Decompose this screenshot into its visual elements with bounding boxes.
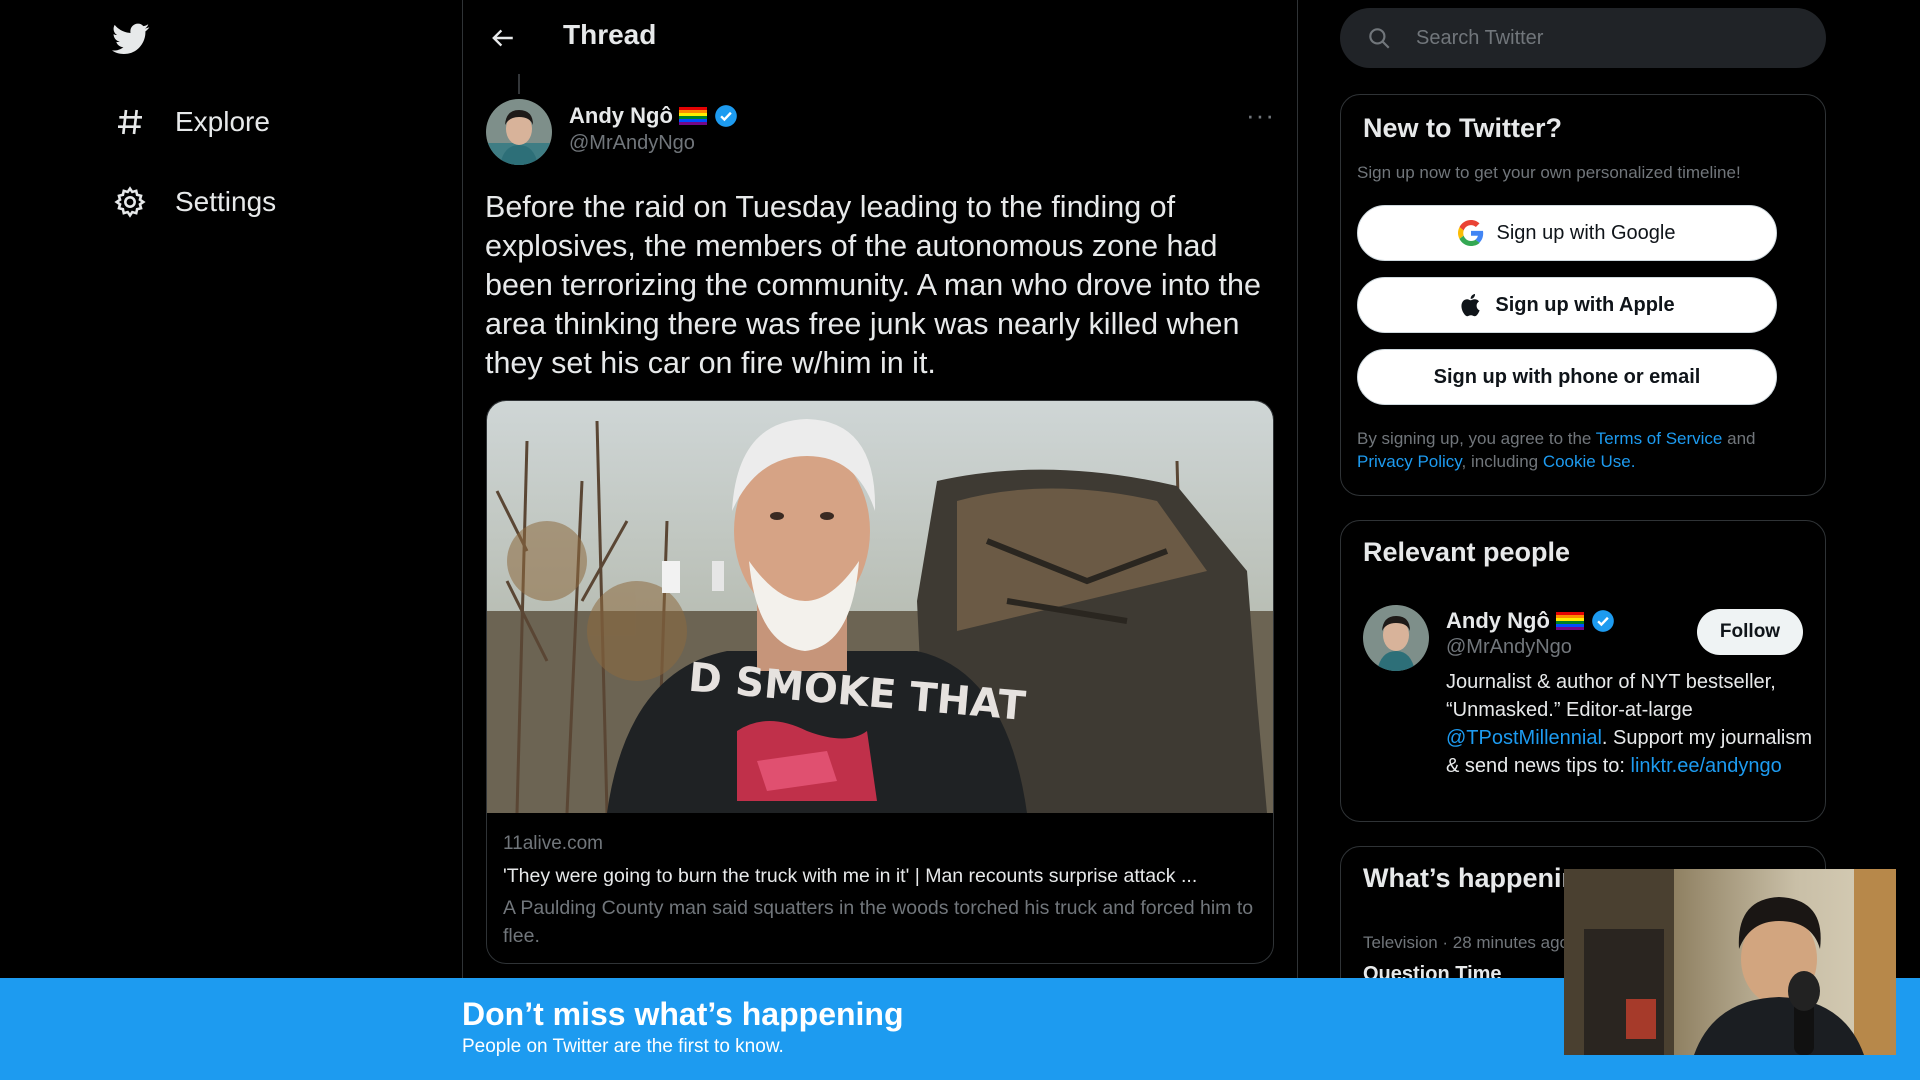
pride-flag-icon <box>1555 612 1584 630</box>
cookie-use-link[interactable]: Cookie Use <box>1543 452 1631 471</box>
left-nav: Explore Settings <box>0 0 462 1080</box>
tpostmillennial-link[interactable]: @TPostMillennial <box>1446 727 1602 749</box>
author-handle[interactable]: @MrAndyNgo <box>569 132 695 155</box>
privacy-policy-link[interactable]: Privacy Policy <box>1357 452 1462 471</box>
gear-icon <box>113 185 147 219</box>
terms-pre: By signing up, you agree to the <box>1357 429 1596 448</box>
webcam-overlay <box>1564 869 1896 1055</box>
person-name: Andy Ngô <box>1446 608 1550 633</box>
terms-including: , including <box>1461 452 1543 471</box>
card-description: A Paulding County man said squatters in … <box>503 897 1254 947</box>
thread-connector-line <box>518 74 520 94</box>
thread-column: Thread Andy Ngô @MrAndyNgo ··· Before th… <box>462 0 1298 1080</box>
relevant-people-panel: Relevant people Andy Ngô @MrAndyNgo Foll… <box>1340 520 1826 822</box>
author-name: Andy Ngô <box>569 103 673 128</box>
person-name-row[interactable]: Andy Ngô <box>1446 608 1616 634</box>
search-bar[interactable] <box>1340 8 1826 68</box>
pride-flag-icon <box>678 107 707 125</box>
panel-title: What’s happening <box>1363 863 1595 893</box>
new-to-twitter-panel: New to Twitter? Sign up now to get your … <box>1340 94 1826 496</box>
nav-item-label: Settings <box>175 186 277 217</box>
card-meta: 11alive.com 'They were going to burn the… <box>503 833 1263 950</box>
person-handle[interactable]: @MrAndyNgo <box>1446 636 1572 659</box>
nav-item-label: Explore <box>175 106 270 137</box>
tweet-text: Before the raid on Tuesday leading to th… <box>485 190 1261 380</box>
hashtag-icon <box>113 105 147 139</box>
trend-meta: Television · 28 minutes ago <box>1363 933 1570 952</box>
signup-apple-button[interactable]: Sign up with Apple <box>1357 277 1777 333</box>
verified-badge-icon <box>1592 610 1614 632</box>
apple-icon <box>1461 294 1480 317</box>
back-button[interactable] <box>485 20 521 56</box>
avatar[interactable] <box>486 99 552 165</box>
more-options-icon[interactable]: ··· <box>1246 100 1275 131</box>
panel-subtitle: Sign up now to get your own personalized… <box>1357 163 1741 182</box>
nav-item-explore[interactable]: Explore <box>113 105 270 139</box>
tweet-author[interactable]: Andy Ngô <box>569 103 739 129</box>
avatar[interactable] <box>1363 605 1429 671</box>
card-domain: 11alive.com <box>503 833 603 854</box>
panel-title: New to Twitter? <box>1363 113 1562 143</box>
search-input[interactable] <box>1416 26 1796 50</box>
card-image: D SMOKE THAT <box>487 401 1273 813</box>
signup-phone-email-button[interactable]: Sign up with phone or email <box>1357 349 1777 405</box>
banner-title: Don’t miss what’s happening <box>462 996 904 1032</box>
verified-badge-icon <box>715 105 737 127</box>
nav-item-settings[interactable]: Settings <box>113 185 276 219</box>
terms-and: and <box>1722 429 1756 448</box>
page-title: Thread <box>563 19 657 50</box>
signup-google-label: Sign up with Google <box>1496 221 1676 244</box>
twitter-logo-icon[interactable] <box>110 20 152 58</box>
back-arrow-icon <box>492 29 513 47</box>
follow-button[interactable]: Follow <box>1697 609 1803 655</box>
terms-end: . <box>1630 452 1636 471</box>
signup-google-button[interactable]: Sign up with Google <box>1357 205 1777 261</box>
bio-text: Journalist & author of NYT bestseller, “… <box>1446 671 1776 721</box>
google-icon <box>1458 220 1484 246</box>
banner-subtitle: People on Twitter are the first to know. <box>462 1036 784 1057</box>
card-title: 'They were going to burn the truck with … <box>503 865 1198 887</box>
person-bio: Journalist & author of NYT bestseller, “… <box>1446 668 1816 780</box>
terms-text: By signing up, you agree to the Terms of… <box>1357 427 1807 473</box>
signup-phone-label: Sign up with phone or email <box>1433 365 1701 388</box>
link-card[interactable]: D SMOKE THAT 11alive.com 'They were goin… <box>486 400 1274 964</box>
terms-of-service-link[interactable]: Terms of Service <box>1596 429 1723 448</box>
panel-title: Relevant people <box>1363 537 1571 567</box>
linktree-link[interactable]: linktr.ee/andyngo <box>1631 755 1782 777</box>
thread-header: Thread <box>463 0 1297 76</box>
search-icon <box>1369 28 1390 49</box>
signup-apple-label: Sign up with Apple <box>1495 293 1675 316</box>
